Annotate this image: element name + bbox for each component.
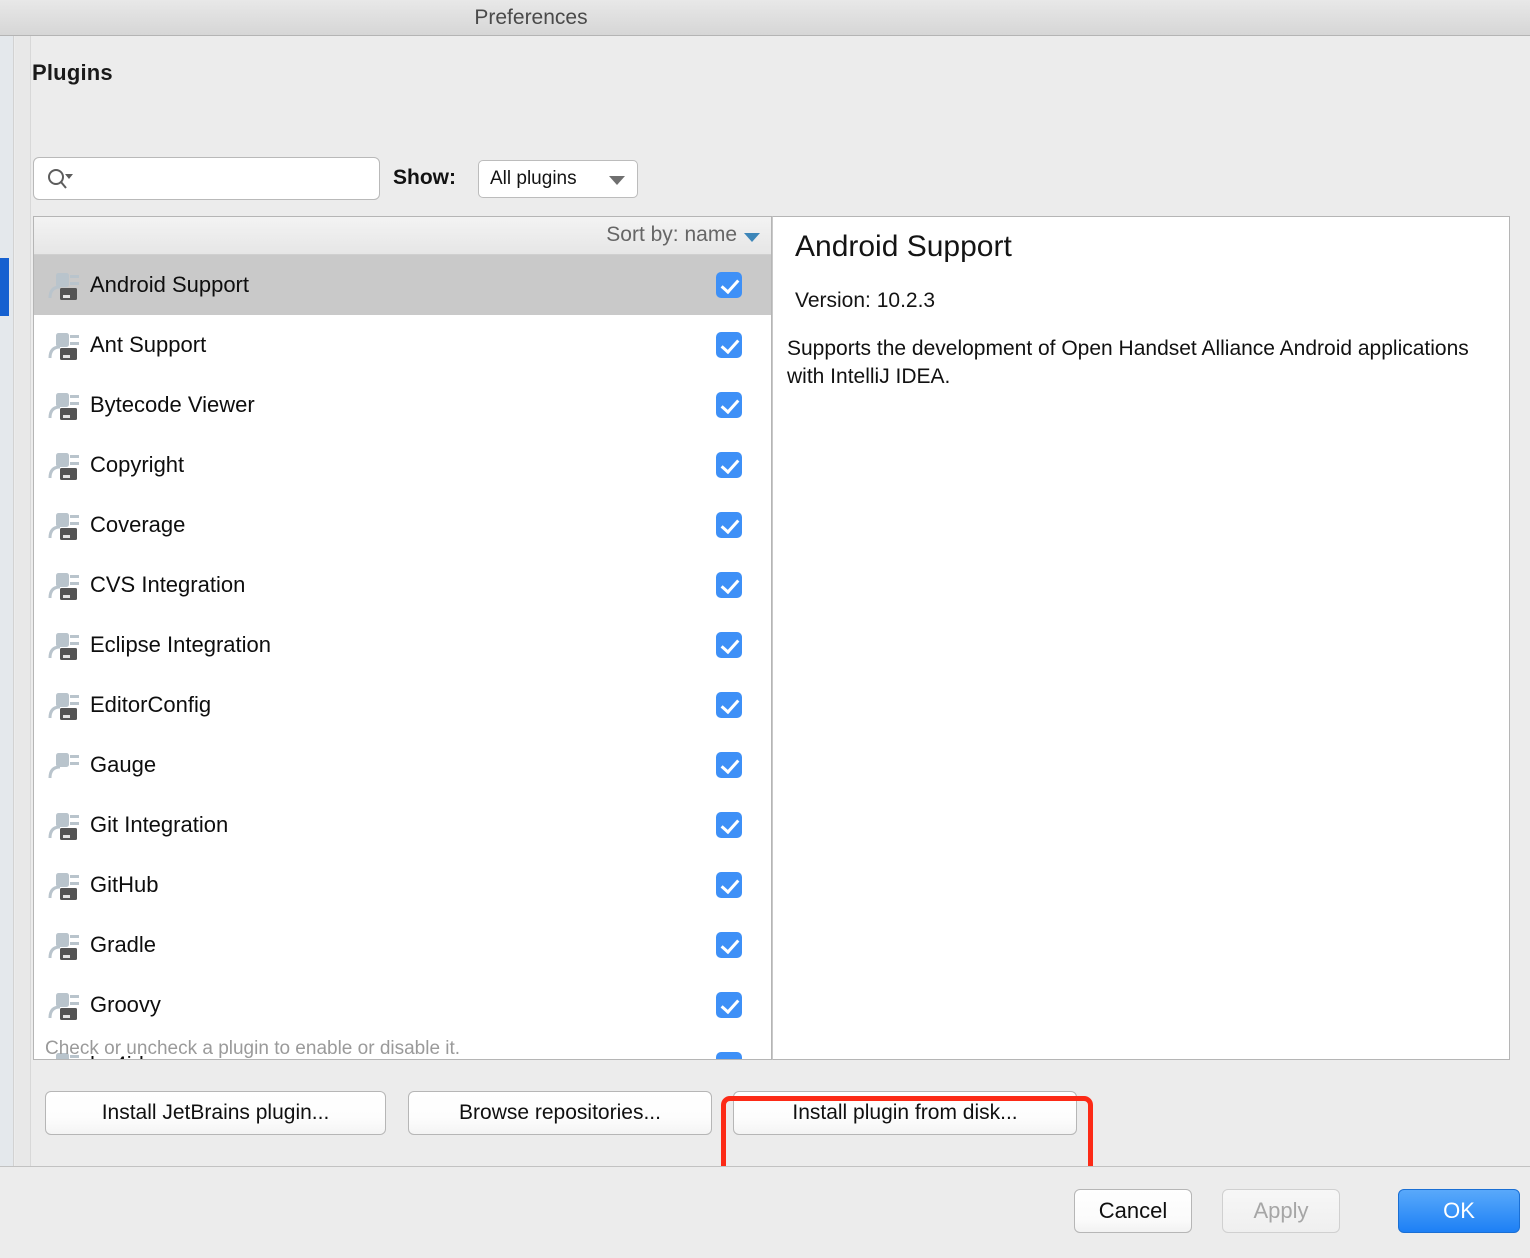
plugin-enabled-checkbox[interactable] bbox=[716, 272, 742, 298]
plugin-bundled-icon bbox=[46, 928, 82, 962]
plugin-name-label: Gauge bbox=[90, 752, 157, 777]
plugin-name-label: Copyright bbox=[90, 452, 185, 477]
plugin-bundled-icon bbox=[46, 688, 82, 722]
plugin-list-item[interactable]: Ant Support bbox=[34, 315, 771, 375]
plugin-bundled-icon bbox=[46, 628, 82, 662]
sort-header[interactable]: Sort by: name bbox=[34, 217, 771, 255]
sort-by-label: Sort by: name bbox=[606, 223, 737, 246]
plugin-detail-title: Android Support bbox=[795, 230, 1012, 263]
plugin-name-label: Bytecode Viewer bbox=[90, 392, 255, 417]
chevron-down-icon bbox=[609, 176, 625, 185]
plugin-name-label: Eclipse Integration bbox=[90, 632, 271, 657]
plugin-enabled-checkbox[interactable] bbox=[716, 452, 742, 478]
show-filter-dropdown[interactable]: All plugins bbox=[478, 160, 638, 198]
plugin-bundled-icon bbox=[46, 808, 82, 842]
plugin-detail-version: Version: 10.2.3 bbox=[795, 289, 936, 312]
search-input[interactable] bbox=[78, 159, 373, 198]
plugin-enabled-checkbox[interactable] bbox=[716, 632, 742, 658]
window-title: Preferences bbox=[474, 6, 588, 29]
sidebar-selection-marker bbox=[0, 258, 9, 316]
search-icon bbox=[48, 169, 73, 189]
plugin-bundled-icon bbox=[46, 448, 82, 482]
plugin-name-label: GitHub bbox=[90, 872, 159, 897]
plugin-name-label: Ant Support bbox=[90, 332, 207, 357]
plugin-list-item[interactable]: Eclipse Integration bbox=[34, 615, 771, 675]
search-box[interactable] bbox=[33, 157, 380, 200]
plugin-detail-panel: Android Support Version: 10.2.3 Supports… bbox=[772, 216, 1510, 1060]
plugin-bundled-icon bbox=[46, 328, 82, 362]
plugin-bundled-icon bbox=[46, 508, 82, 542]
plugin-enabled-checkbox[interactable] bbox=[716, 872, 742, 898]
plugin-name-label: EditorConfig bbox=[90, 692, 212, 717]
plugin-enabled-checkbox[interactable] bbox=[716, 752, 742, 778]
show-filter-value: All plugins bbox=[490, 168, 577, 189]
plugin-list-item[interactable]: Gradle bbox=[34, 915, 771, 975]
browse-repositories-button[interactable]: Browse repositories... bbox=[408, 1091, 712, 1135]
sort-direction-caret-icon bbox=[744, 233, 760, 242]
settings-sidebar-edge bbox=[0, 36, 14, 1166]
plugin-name-label: Android Support bbox=[90, 272, 249, 297]
preferences-dialog: Preferences Plugins Show: All plugins So… bbox=[0, 0, 1530, 1258]
plugin-bundled-icon bbox=[46, 868, 82, 902]
plugin-enabled-checkbox[interactable] bbox=[716, 572, 742, 598]
plugin-list-item[interactable]: Bytecode Viewer bbox=[34, 375, 771, 435]
plugin-name-label: CVS Integration bbox=[90, 572, 246, 597]
plugin-icon bbox=[46, 748, 82, 782]
plugin-list-scrollbar[interactable] bbox=[767, 255, 771, 1059]
plugin-name-label: Git Integration bbox=[90, 812, 229, 837]
show-filter-label: Show: bbox=[393, 166, 456, 189]
plugin-list-item[interactable]: EditorConfig bbox=[34, 675, 771, 735]
sidebar-gutter bbox=[15, 36, 31, 1166]
plugin-hint-text: Check or uncheck a plugin to enable or d… bbox=[45, 1038, 461, 1059]
install-plugin-from-disk-button[interactable]: Install plugin from disk... bbox=[733, 1091, 1077, 1135]
ok-button[interactable]: OK bbox=[1398, 1189, 1520, 1233]
cancel-button[interactable]: Cancel bbox=[1074, 1189, 1192, 1233]
plugin-list-item[interactable]: Groovy bbox=[34, 975, 771, 1035]
plugin-list-item[interactable]: Git Integration bbox=[34, 795, 771, 855]
plugin-list-item[interactable]: Android Support bbox=[34, 255, 771, 315]
window-titlebar: Preferences bbox=[0, 0, 1530, 36]
plugin-enabled-checkbox[interactable] bbox=[716, 992, 742, 1018]
plugin-enabled-checkbox[interactable] bbox=[716, 1052, 742, 1059]
plugin-list-item[interactable]: Gauge bbox=[34, 735, 771, 795]
plugin-name-label: Groovy bbox=[90, 992, 161, 1017]
plugin-list-item[interactable]: CVS Integration bbox=[34, 555, 771, 615]
plugin-enabled-checkbox[interactable] bbox=[716, 932, 742, 958]
apply-button[interactable]: Apply bbox=[1222, 1189, 1340, 1233]
plugin-name-label: Coverage bbox=[90, 512, 186, 537]
dialog-footer: Cancel Apply OK bbox=[0, 1166, 1530, 1258]
install-jetbrains-plugin-button[interactable]: Install JetBrains plugin... bbox=[45, 1091, 386, 1135]
plugin-bundled-icon bbox=[46, 268, 82, 302]
plugin-list-item[interactable]: Coverage bbox=[34, 495, 771, 555]
plugin-bundled-icon bbox=[46, 988, 82, 1022]
plugin-list-item[interactable]: GitHub bbox=[34, 855, 771, 915]
plugin-list-item[interactable]: Copyright bbox=[34, 435, 771, 495]
plugin-list[interactable]: Android Support Ant Support Bytecode Viewe… bbox=[34, 255, 771, 1059]
plugin-enabled-checkbox[interactable] bbox=[716, 812, 742, 838]
plugin-bundled-icon bbox=[46, 388, 82, 422]
plugin-bundled-icon bbox=[46, 568, 82, 602]
page-title: Plugins bbox=[32, 60, 113, 85]
plugin-enabled-checkbox[interactable] bbox=[716, 392, 742, 418]
plugin-list-panel: Sort by: name Android Support Ant Support… bbox=[33, 216, 772, 1060]
dialog-content: Plugins Show: All plugins Sort by: name … bbox=[0, 36, 1530, 1196]
plugin-detail-description: Supports the development of Open Handset… bbox=[787, 337, 1469, 388]
plugin-enabled-checkbox[interactable] bbox=[716, 692, 742, 718]
plugin-name-label: Gradle bbox=[90, 932, 157, 957]
plugin-enabled-checkbox[interactable] bbox=[716, 332, 742, 358]
plugin-enabled-checkbox[interactable] bbox=[716, 512, 742, 538]
